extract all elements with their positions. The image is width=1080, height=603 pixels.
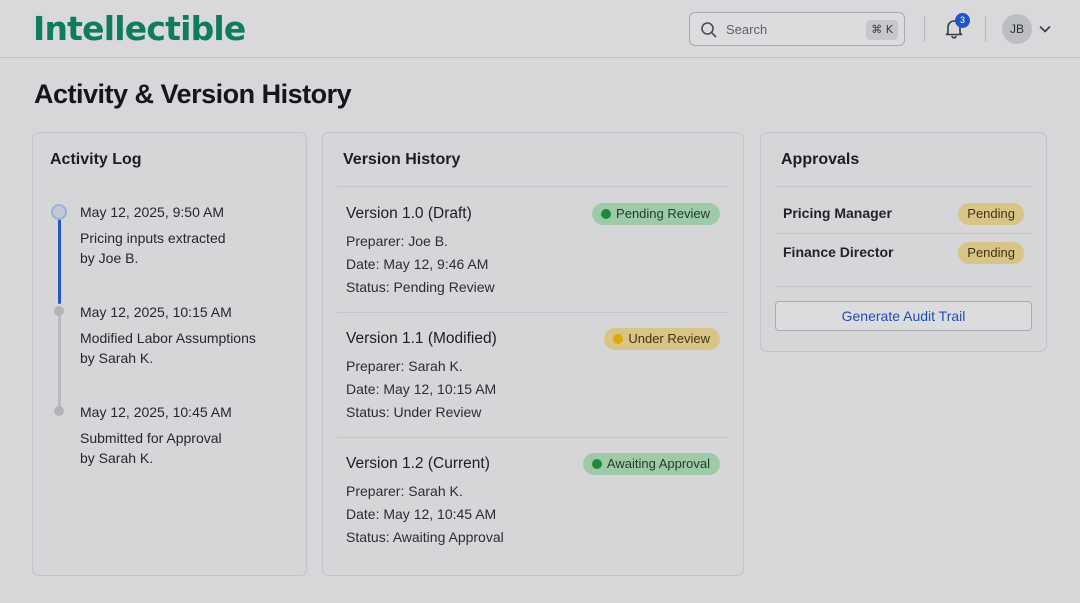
page-title: Activity & Version History [34,79,352,109]
status-dot [613,334,624,344]
app-logo[interactable]: Intellectible [33,9,246,48]
divider [776,233,1032,234]
timeline-dot-active [51,204,67,220]
header-divider [924,16,925,42]
divider [337,312,729,313]
version-date: Date: May 12, 10:45 AM [346,506,497,522]
status-badge: Under Review [604,328,720,350]
version-date: Date: May 12, 9:46 AM [346,256,489,272]
search-box[interactable]: Search ⌘ K [689,12,905,46]
activity-time: May 12, 2025, 10:15 AM [80,304,232,320]
timeline-active-segment [58,212,61,304]
approver-name: Finance Director [783,244,894,260]
chevron-down-icon[interactable] [1038,22,1052,36]
approver-name: Pricing Manager [783,205,892,221]
activity-description-line: Modified Labor Assumptions [80,330,256,346]
notification-count-badge: 3 [955,13,970,28]
version-status: Status: Under Review [346,404,482,420]
timeline-segment [58,312,61,410]
status-dot [591,459,602,469]
header-divider [985,16,986,42]
divider [337,186,729,187]
divider [776,286,1032,287]
search-shortcut-hint: ⌘ K [866,20,898,40]
activity-log-title: Activity Log [50,151,142,168]
activity-author: by Joe B. [80,250,139,266]
status-badge-label: Pending Review [616,206,710,221]
version-title[interactable]: Version 1.2 (Current) [346,455,490,473]
activity-description: Submitted for Approval by Sarah K. [80,428,280,468]
activity-description-line: Submitted for Approval [80,430,222,446]
version-preparer: Preparer: Joe B. [346,233,448,249]
activity-author: by Sarah K. [80,450,154,466]
activity-time: May 12, 2025, 10:45 AM [80,404,232,420]
status-badge-label: Awaiting Approval [606,456,710,471]
activity-description: Modified Labor Assumptions by Sarah K. [80,328,280,368]
user-avatar[interactable]: JB [1002,14,1032,44]
search-icon [701,22,717,38]
version-status: Status: Awaiting Approval [346,529,504,545]
divider [337,437,729,438]
approval-status-badge: Pending [958,242,1024,264]
status-dot [601,209,612,219]
version-preparer: Preparer: Sarah K. [346,358,463,374]
version-title[interactable]: Version 1.1 (Modified) [346,330,497,348]
status-badge: Pending Review [592,203,720,225]
status-badge: Awaiting Approval [582,453,720,475]
activity-author: by Sarah K. [80,350,154,366]
activity-time: May 12, 2025, 9:50 AM [80,204,224,220]
version-history-title: Version History [343,151,461,168]
activity-description: Pricing inputs extracted by Joe B. [80,228,280,268]
version-title[interactable]: Version 1.0 (Draft) [346,205,472,223]
activity-description-line: Pricing inputs extracted [80,230,226,246]
version-date: Date: May 12, 10:15 AM [346,381,497,397]
status-badge-label: Under Review [628,331,710,346]
approval-status-badge: Pending [958,203,1024,225]
top-bar: Intellectible Search ⌘ K 3 JB [0,0,1080,58]
generate-audit-trail-button[interactable]: Generate Audit Trail [775,301,1032,331]
divider [776,186,1032,187]
approvals-title: Approvals [781,151,860,168]
search-input[interactable]: Search [726,22,767,37]
version-status: Status: Pending Review [346,279,495,295]
timeline-dot [54,306,64,316]
version-preparer: Preparer: Sarah K. [346,483,463,499]
timeline-dot [54,406,64,416]
